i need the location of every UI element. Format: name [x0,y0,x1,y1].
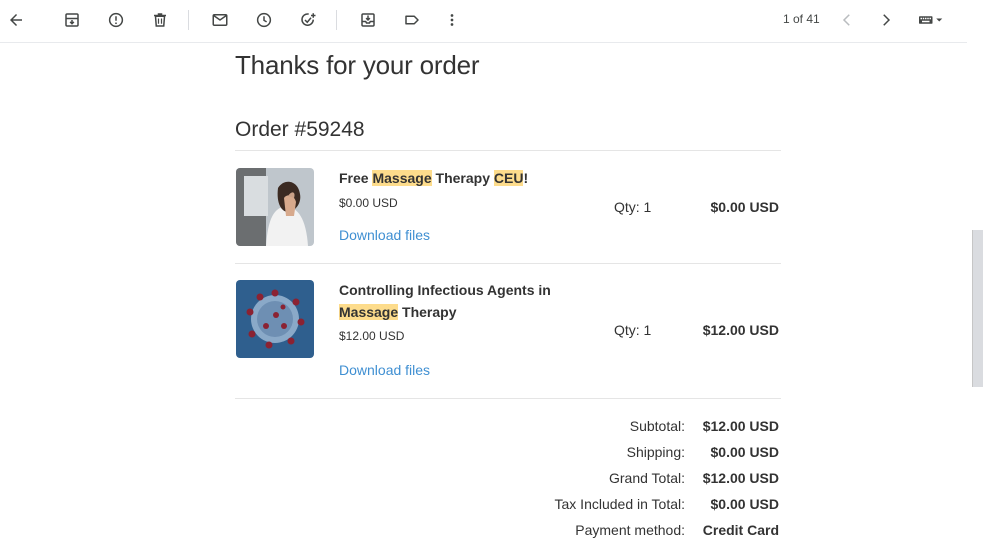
summary-label: Shipping: [626,444,685,460]
back-arrow-icon[interactable] [4,8,28,32]
order-item: Free Massage Therapy CEU! $0.00 USD Down… [235,150,781,263]
summary-row-tax: Tax Included in Total: $0.00 USD [235,496,781,516]
move-to-icon[interactable] [356,8,380,32]
summary-value: $12.00 USD [702,470,779,486]
scrollbar-thumb[interactable] [972,230,983,387]
summary-value: $0.00 USD [710,444,779,460]
snooze-icon[interactable] [252,8,276,32]
unit-price: $0.00 USD [339,196,398,210]
order-item: Controlling Infectious Agents in Massage… [235,263,781,398]
message-toolbar: 1 of 41 [0,0,967,43]
product-image-massage[interactable] [236,168,314,246]
quantity: Qty: 1 [614,322,652,338]
order-number: Order #59248 [235,118,365,141]
summary-value: $12.00 USD [702,418,779,434]
summary-row-shipping: Shipping: $0.00 USD [235,444,781,464]
unit-price: $12.00 USD [339,329,405,343]
quantity: Qty: 1 [614,199,652,215]
search-highlight: Massage [372,170,432,186]
chevron-left-icon[interactable] [835,8,859,32]
line-total: $0.00 USD [710,199,779,215]
summary-label: Subtotal: [629,418,685,434]
product-title: Controlling Infectious Agents in Massage… [339,282,551,320]
archive-icon[interactable] [60,8,84,32]
pager-count: 1 of 41 [783,12,820,26]
toolbar-divider [188,10,189,30]
summary-row-subtotal: Subtotal: $12.00 USD [235,418,781,438]
scrollbar-track[interactable] [967,0,984,555]
search-highlight: CEU [493,170,524,186]
delete-icon[interactable] [148,8,172,32]
summary-label: Payment method: [575,522,685,538]
summary-value: Credit Card [702,522,779,538]
summary-label: Tax Included in Total: [554,496,686,512]
summary-value: $0.00 USD [710,496,779,512]
label-icon[interactable] [400,8,424,32]
summary-row-payment-method: Payment method: Credit Card [235,522,781,542]
download-files-link[interactable]: Download files [339,362,430,378]
add-task-icon[interactable] [296,8,320,32]
summary-row-grand-total: Grand Total: $12.00 USD [235,470,781,490]
chevron-right-icon[interactable] [874,8,898,32]
divider [235,398,781,399]
product-image-virus[interactable] [236,280,314,358]
input-tools-keyboard-icon[interactable] [912,8,950,32]
search-highlight: Massage [339,304,399,320]
page-title: Thanks for your order [235,50,480,80]
summary-label: Grand Total: [608,470,685,486]
report-spam-icon[interactable] [104,8,128,32]
download-files-link[interactable]: Download files [339,227,430,243]
line-total: $12.00 USD [702,322,779,338]
mark-unread-icon[interactable] [208,8,232,32]
more-vert-icon[interactable] [440,8,464,32]
product-title: Free Massage Therapy CEU! [339,170,529,186]
toolbar-divider [336,10,337,30]
